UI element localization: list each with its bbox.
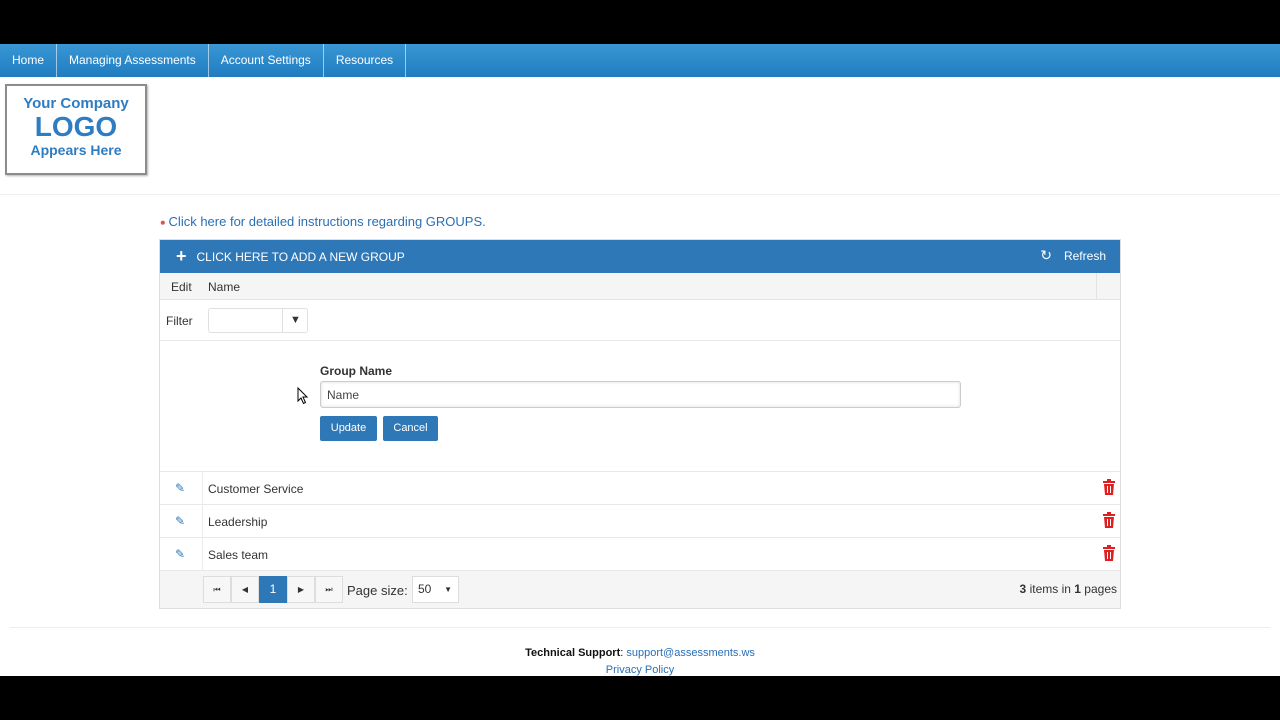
filter-icon[interactable]: ▼ [282, 308, 308, 333]
pencil-icon[interactable]: ✎ [175, 514, 185, 528]
update-button[interactable]: Update [320, 416, 377, 441]
grid-toolbar: + CLICK HERE TO ADD A NEW GROUP ↻ Refresh [160, 240, 1120, 273]
first-page-icon[interactable]: ⏮ [203, 576, 231, 603]
group-name-input[interactable] [320, 381, 961, 408]
trash-icon[interactable] [1102, 479, 1116, 495]
support-label: Technical Support [525, 647, 621, 659]
refresh-button[interactable]: ↻ Refresh [1040, 240, 1106, 272]
chevron-down-icon: ▼ [444, 585, 452, 594]
support-email-link[interactable]: support@assessments.ws [626, 647, 755, 659]
group-name-cell: Customer Service [208, 482, 304, 496]
refresh-label: Refresh [1063, 249, 1106, 263]
table-row: ✎ Sales team [160, 538, 1120, 571]
filter-row: Filter ▼ [160, 300, 1120, 341]
logo-line-1: Your Company [23, 95, 129, 112]
nav-home[interactable]: Home [0, 44, 58, 77]
add-group-button[interactable]: + CLICK HERE TO ADD A NEW GROUP [160, 240, 405, 273]
last-page-icon[interactable]: ⏭ [315, 576, 343, 603]
items-in-text: items in [1029, 582, 1071, 596]
trash-icon[interactable] [1102, 512, 1116, 528]
logo-line-3: Appears Here [30, 142, 122, 158]
mouse-pointer-icon [297, 387, 309, 405]
page: Home Managing Assessments Account Settin… [0, 44, 1280, 676]
table-row: ✎ Leadership [160, 505, 1120, 538]
filter-label: Filter [166, 314, 193, 328]
group-name-cell: Sales team [208, 548, 269, 562]
page-size-select[interactable]: 50 ▼ [412, 576, 459, 603]
instructions-link[interactable]: ⚫ Click here for detailed instructions re… [159, 214, 486, 229]
group-edit-form: Group Name Update Cancel [160, 341, 1120, 472]
footer-divider [10, 627, 1270, 628]
table-row: ✎ Customer Service [160, 472, 1120, 505]
trash-icon[interactable] [1102, 545, 1116, 561]
prev-page-icon[interactable]: ◀ [231, 576, 259, 603]
logo-line-2: LOGO [34, 111, 118, 142]
column-header-row: Edit Name [160, 273, 1120, 300]
row-divider [202, 472, 203, 505]
groups-grid: + CLICK HERE TO ADD A NEW GROUP ↻ Refresh … [159, 239, 1121, 609]
nav-account-settings[interactable]: Account Settings [209, 44, 324, 77]
plus-icon: + [176, 246, 187, 266]
pencil-icon[interactable]: ✎ [175, 481, 185, 495]
item-count: 3 [1019, 582, 1027, 596]
pager: ⏮ ◀ 1 ▶ ⏭ Page size: 50 ▼ 3 items in 1 p… [160, 571, 1120, 608]
instructions-text[interactable]: Click here for detailed instructions reg… [169, 214, 486, 229]
top-navbar: Home Managing Assessments Account Settin… [0, 44, 1280, 77]
column-divider [1096, 273, 1097, 300]
page-size-label: Page size: [347, 583, 408, 598]
pin-icon: ⚫ [159, 218, 167, 228]
header-divider [0, 194, 1280, 195]
group-name-cell: Leadership [208, 515, 268, 529]
page-count: 1 [1074, 582, 1081, 596]
next-page-icon[interactable]: ▶ [287, 576, 315, 603]
row-divider [202, 505, 203, 538]
footer-support: Technical Support: support@assessments.w… [525, 647, 755, 659]
nav-resources[interactable]: Resources [324, 44, 407, 77]
cancel-button[interactable]: Cancel [383, 416, 438, 441]
column-header-name[interactable]: Name [208, 280, 240, 294]
pencil-icon[interactable]: ✎ [175, 547, 185, 561]
item-count-summary: 3 items in 1 pages [1020, 582, 1117, 596]
group-name-label: Group Name [320, 364, 393, 378]
company-logo: Your Company LOGO Appears Here [5, 84, 147, 175]
privacy-policy-link[interactable]: Privacy Policy [0, 664, 1280, 676]
column-header-edit: Edit [171, 280, 192, 294]
nav-managing-assessments[interactable]: Managing Assessments [57, 44, 209, 77]
page-button-current[interactable]: 1 [259, 576, 287, 603]
add-group-label: CLICK HERE TO ADD A NEW GROUP [196, 250, 405, 264]
row-divider [202, 538, 203, 571]
pages-text: pages [1084, 582, 1117, 596]
refresh-icon: ↻ [1040, 247, 1052, 263]
page-size-value: 50 [418, 582, 432, 596]
